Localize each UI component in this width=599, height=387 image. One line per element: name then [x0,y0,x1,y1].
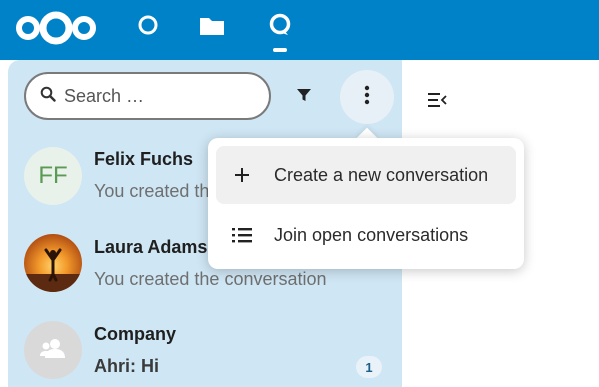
conversation-item[interactable]: Company Ahri: Hi 1 [8,308,402,387]
avatar [24,234,82,292]
more-options-button[interactable] [340,70,394,124]
list-icon [218,226,266,244]
avatar-initials: FF [38,162,68,189]
menu-item-label: Create a new conversation [274,164,489,185]
avatar-photo [24,234,82,292]
plus-icon [218,166,266,184]
avatar [24,321,82,379]
join-open-conversations-menu-item[interactable]: Join open conversations [216,206,516,264]
active-app-indicator [273,48,287,52]
collapse-sidebar-icon [426,93,448,114]
folder-icon[interactable] [199,16,225,41]
menu-item-label: Join open conversations [274,224,469,245]
conversation-name: Company [94,324,177,344]
conversation-last-message: You created the conversation [94,269,327,289]
dots-vertical-icon [364,85,370,110]
unread-badge: 1 [356,356,382,378]
create-conversation-menu-item[interactable]: Create a new conversation [216,146,516,204]
search-icon [40,86,56,107]
filter-button[interactable] [289,82,319,112]
talk-icon[interactable] [268,12,292,45]
conversation-name: Felix Fuchs [94,149,194,169]
filter-icon [296,87,312,108]
conversation-last-message: Ahri: Hi [94,356,159,376]
search-input[interactable] [64,85,264,107]
more-options-menu: Create a new conversation Join open conv… [208,138,524,269]
avatar: FF [24,147,82,205]
circle-icon[interactable] [137,14,159,41]
nextcloud-logo[interactable] [14,8,98,53]
top-bar [0,0,599,60]
group-icon [40,337,66,364]
search-box[interactable] [24,72,271,120]
toggle-sidebar-button[interactable] [426,90,448,110]
conversation-name: Laura Adams [94,237,208,257]
